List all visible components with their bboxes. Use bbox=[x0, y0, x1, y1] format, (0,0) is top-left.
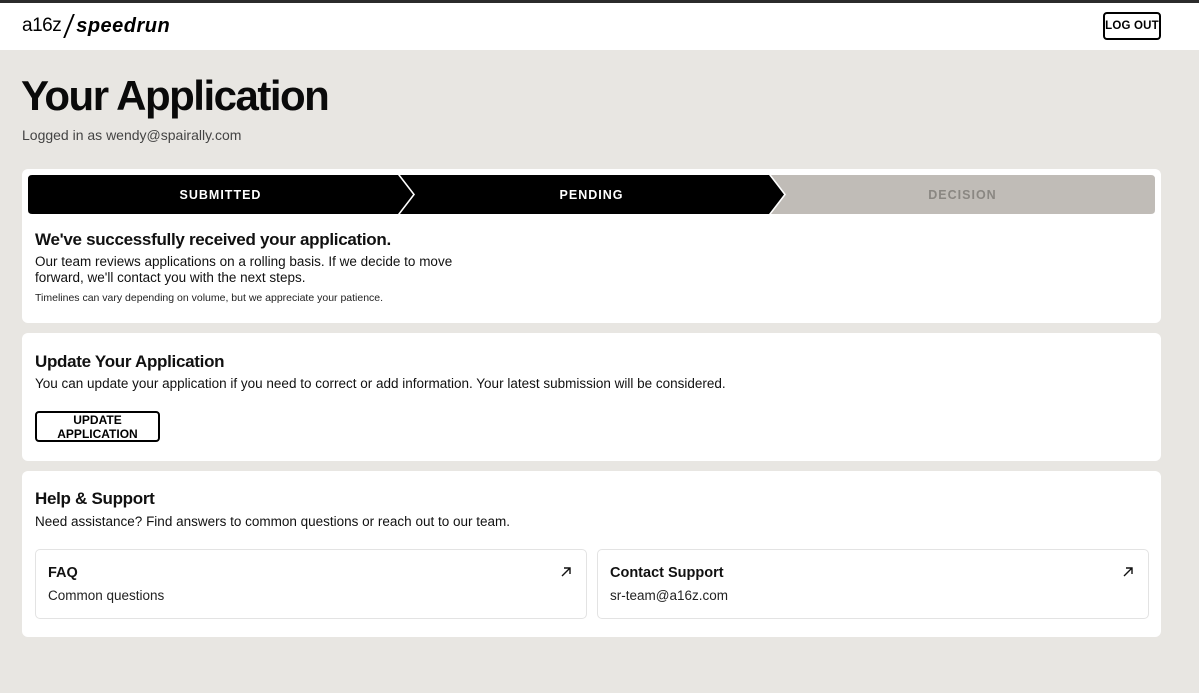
arrow-up-right-icon bbox=[561, 567, 571, 577]
application-status-card: SUBMITTED PENDING DECISION We've success… bbox=[22, 169, 1161, 323]
logout-button[interactable]: LOG OUT bbox=[1103, 12, 1161, 40]
arrow-up-right-icon bbox=[1123, 567, 1133, 577]
a16z-speedrun-logo[interactable]: a16z speedrun bbox=[22, 13, 170, 39]
status-heading: We've successfully received your applica… bbox=[35, 230, 391, 249]
status-note: Timelines can vary depending on volume, … bbox=[35, 292, 384, 304]
step-decision-label: DECISION bbox=[928, 187, 997, 202]
faq-subtitle: Common questions bbox=[48, 588, 165, 603]
status-body: Our team reviews applications on a rolli… bbox=[35, 254, 453, 285]
update-body: You can update your application if you n… bbox=[35, 376, 726, 391]
page-title: Your Application bbox=[21, 72, 330, 119]
contact-support-title: Contact Support bbox=[610, 565, 724, 581]
faq-link-card[interactable]: FAQ Common questions bbox=[35, 549, 587, 619]
update-heading: Update Your Application bbox=[35, 352, 225, 371]
logo-speedrun-text: speedrun bbox=[76, 14, 171, 37]
update-application-card: Update Your Application You can update y… bbox=[22, 333, 1161, 461]
contact-support-link-card[interactable]: Contact Support sr-team@a16z.com bbox=[597, 549, 1149, 619]
help-body: Need assistance? Find answers to common … bbox=[35, 514, 510, 529]
logo-a16z-text: a16z bbox=[22, 15, 62, 36]
logged-in-text: Logged in as wendy@spairally.com bbox=[22, 127, 242, 143]
top-bar: a16z speedrun LOG OUT bbox=[0, 3, 1199, 50]
help-support-card: Help & Support Need assistance? Find ans… bbox=[22, 471, 1161, 637]
step-pending-label: PENDING bbox=[559, 187, 624, 202]
contact-support-email: sr-team@a16z.com bbox=[610, 588, 728, 603]
step-submitted-label: SUBMITTED bbox=[179, 187, 262, 202]
update-application-button[interactable]: UPDATE APPLICATION bbox=[35, 411, 160, 442]
faq-title: FAQ bbox=[48, 565, 78, 581]
status-stepper: SUBMITTED PENDING DECISION bbox=[28, 175, 1155, 214]
logo-slash bbox=[63, 14, 76, 38]
help-heading: Help & Support bbox=[35, 489, 155, 508]
